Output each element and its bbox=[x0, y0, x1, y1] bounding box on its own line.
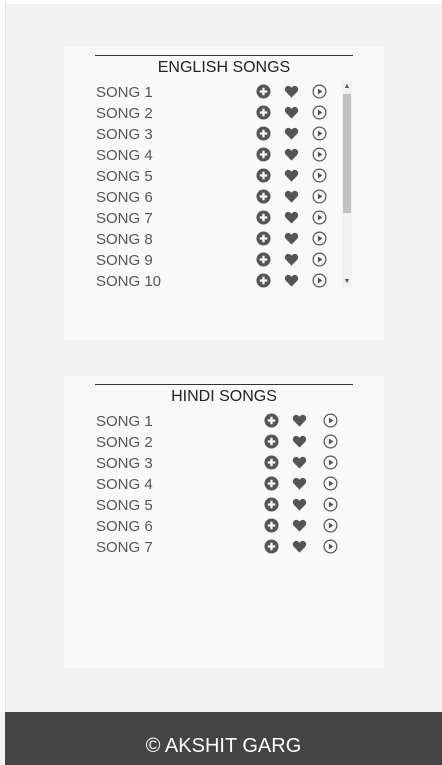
song-name[interactable]: SONG 1 bbox=[96, 84, 153, 101]
song-name[interactable]: SONG 9 bbox=[96, 252, 153, 269]
scroll-up-arrow-icon[interactable]: ▲ bbox=[342, 81, 352, 93]
add-to-playlist-icon[interactable] bbox=[256, 231, 271, 246]
song-name[interactable]: SONG 4 bbox=[96, 476, 153, 493]
play-icon[interactable] bbox=[323, 455, 338, 470]
song-row: SONG 6 bbox=[96, 187, 354, 208]
add-to-playlist-icon[interactable] bbox=[256, 126, 271, 141]
song-name[interactable]: SONG 2 bbox=[96, 105, 153, 122]
play-icon[interactable] bbox=[323, 476, 338, 491]
add-to-playlist-icon[interactable] bbox=[256, 252, 271, 267]
favorite-heart-icon[interactable] bbox=[284, 252, 299, 267]
add-to-playlist-icon[interactable] bbox=[264, 434, 279, 449]
song-row: SONG 7 bbox=[96, 208, 354, 229]
song-row: SONG 9 bbox=[96, 250, 354, 271]
song-name[interactable]: SONG 5 bbox=[96, 497, 153, 514]
play-icon[interactable] bbox=[312, 168, 327, 183]
song-name[interactable]: SONG 2 bbox=[96, 434, 153, 451]
play-icon[interactable] bbox=[312, 210, 327, 225]
favorite-heart-icon[interactable] bbox=[284, 147, 299, 162]
play-icon[interactable] bbox=[312, 105, 327, 120]
song-row: SONG 4 bbox=[96, 145, 354, 166]
favorite-heart-icon[interactable] bbox=[284, 210, 299, 225]
play-icon[interactable] bbox=[312, 273, 327, 288]
add-to-playlist-icon[interactable] bbox=[256, 273, 271, 288]
song-name[interactable]: SONG 7 bbox=[96, 210, 153, 227]
song-name[interactable]: SONG 10 bbox=[96, 273, 161, 290]
favorite-heart-icon[interactable] bbox=[292, 539, 307, 554]
play-icon[interactable] bbox=[312, 189, 327, 204]
add-to-playlist-icon[interactable] bbox=[256, 147, 271, 162]
favorite-heart-icon[interactable] bbox=[292, 455, 307, 470]
play-icon[interactable] bbox=[312, 252, 327, 267]
song-row: SONG 7 bbox=[96, 537, 354, 558]
add-to-playlist-icon[interactable] bbox=[256, 168, 271, 183]
song-row: SONG 5 bbox=[96, 166, 354, 187]
favorite-heart-icon[interactable] bbox=[284, 105, 299, 120]
english-songs-title: ENGLISH SONGS bbox=[95, 55, 353, 77]
song-row: SONG 2 bbox=[96, 432, 354, 453]
play-icon[interactable] bbox=[312, 84, 327, 99]
song-name[interactable]: SONG 3 bbox=[96, 455, 153, 472]
english-song-list[interactable]: SONG 1 SONG 2 SONG 3 SONG 4 SONG 5 SONG 6 SONG… bbox=[96, 82, 354, 292]
favorite-heart-icon[interactable] bbox=[292, 518, 307, 533]
song-row: SONG 5 bbox=[96, 495, 354, 516]
song-row: SONG 10 bbox=[96, 271, 354, 292]
song-row: SONG 1 bbox=[96, 411, 354, 432]
add-to-playlist-icon[interactable] bbox=[264, 539, 279, 554]
add-to-playlist-icon[interactable] bbox=[264, 455, 279, 470]
song-name[interactable]: SONG 7 bbox=[96, 539, 153, 556]
add-to-playlist-icon[interactable] bbox=[256, 189, 271, 204]
favorite-heart-icon[interactable] bbox=[284, 189, 299, 204]
favorite-heart-icon[interactable] bbox=[284, 231, 299, 246]
add-to-playlist-icon[interactable] bbox=[256, 84, 271, 99]
english-list-scrollbar[interactable]: ▲ ▼ bbox=[342, 81, 352, 288]
add-to-playlist-icon[interactable] bbox=[256, 105, 271, 120]
add-to-playlist-icon[interactable] bbox=[256, 210, 271, 225]
english-songs-card: ENGLISH SONGS SONG 1 SONG 2 SONG 3 SONG 4 SO… bbox=[64, 47, 384, 340]
song-name[interactable]: SONG 8 bbox=[96, 231, 153, 248]
favorite-heart-icon[interactable] bbox=[292, 476, 307, 491]
song-row: SONG 3 bbox=[96, 124, 354, 145]
add-to-playlist-icon[interactable] bbox=[264, 476, 279, 491]
add-to-playlist-icon[interactable] bbox=[264, 518, 279, 533]
song-name[interactable]: SONG 6 bbox=[96, 189, 153, 206]
play-icon[interactable] bbox=[312, 126, 327, 141]
hindi-songs-title: HINDI SONGS bbox=[95, 384, 353, 406]
song-name[interactable]: SONG 4 bbox=[96, 147, 153, 164]
page-top-edge bbox=[0, 0, 442, 4]
favorite-heart-icon[interactable] bbox=[284, 273, 299, 288]
page-left-edge bbox=[0, 0, 6, 712]
hindi-song-list: SONG 1 SONG 2 SONG 3 SONG 4 SONG 5 SONG 6 SONG… bbox=[96, 411, 354, 558]
song-row: SONG 1 bbox=[96, 82, 354, 103]
song-row: SONG 6 bbox=[96, 516, 354, 537]
play-icon[interactable] bbox=[323, 539, 338, 554]
song-row: SONG 3 bbox=[96, 453, 354, 474]
song-row: SONG 8 bbox=[96, 229, 354, 250]
favorite-heart-icon[interactable] bbox=[284, 84, 299, 99]
favorite-heart-icon[interactable] bbox=[292, 497, 307, 512]
add-to-playlist-icon[interactable] bbox=[264, 497, 279, 512]
play-icon[interactable] bbox=[323, 434, 338, 449]
favorite-heart-icon[interactable] bbox=[284, 126, 299, 141]
footer: © AKSHIT GARG bbox=[5, 712, 442, 765]
song-name[interactable]: SONG 3 bbox=[96, 126, 153, 143]
song-name[interactable]: SONG 6 bbox=[96, 518, 153, 535]
favorite-heart-icon[interactable] bbox=[292, 434, 307, 449]
song-name[interactable]: SONG 5 bbox=[96, 168, 153, 185]
play-icon[interactable] bbox=[323, 413, 338, 428]
favorite-heart-icon[interactable] bbox=[284, 168, 299, 183]
favorite-heart-icon[interactable] bbox=[292, 413, 307, 428]
play-icon[interactable] bbox=[312, 231, 327, 246]
scroll-thumb[interactable] bbox=[343, 94, 351, 213]
hindi-songs-card: HINDI SONGS SONG 1 SONG 2 SONG 3 SONG 4 SONG… bbox=[64, 376, 384, 668]
add-to-playlist-icon[interactable] bbox=[264, 413, 279, 428]
song-row: SONG 2 bbox=[96, 103, 354, 124]
play-icon[interactable] bbox=[312, 147, 327, 162]
scroll-down-arrow-icon[interactable]: ▼ bbox=[342, 276, 352, 288]
song-row: SONG 4 bbox=[96, 474, 354, 495]
song-name[interactable]: SONG 1 bbox=[96, 413, 153, 430]
play-icon[interactable] bbox=[323, 518, 338, 533]
play-icon[interactable] bbox=[323, 497, 338, 512]
footer-copyright: © AKSHIT GARG bbox=[145, 735, 302, 757]
